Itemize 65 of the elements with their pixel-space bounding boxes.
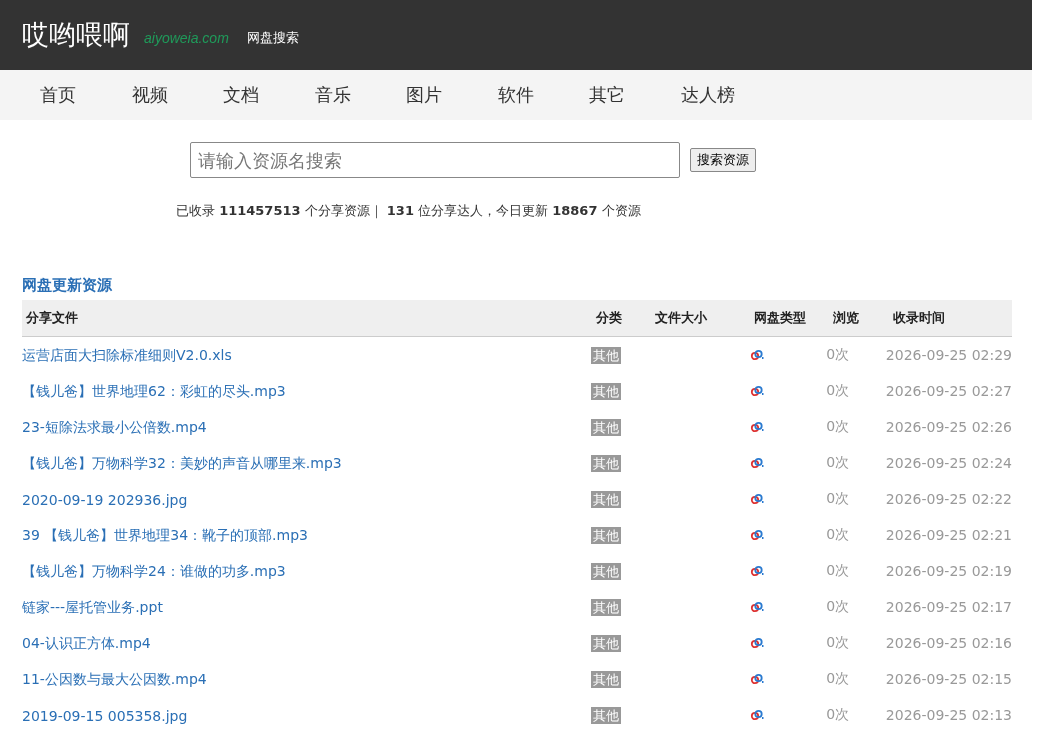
file-link[interactable]: 链家---屋托管业务.ppt (22, 599, 163, 615)
site-logo[interactable]: 哎哟喂啊 (22, 17, 130, 53)
column-header: 分享文件 (25, 309, 79, 327)
record-time: 2026-09-25 02:21 (885, 527, 1012, 543)
record-time: 2026-09-25 02:24 (885, 455, 1012, 471)
view-count: 0次 (826, 598, 851, 616)
nav-link[interactable]: 首页 (40, 83, 132, 107)
file-link[interactable]: 【钱儿爸】万物科学24：谁做的功多.mp3 (22, 563, 286, 579)
file-link[interactable]: 2020-09-19 202936.jpg (22, 491, 188, 508)
view-count: 0次 (826, 346, 851, 364)
record-time: 2026-09-25 02:17 (885, 599, 1012, 615)
column-header: 分类 (596, 309, 623, 327)
record-time: 2026-09-25 02:26 (885, 419, 1012, 435)
category-tag: 其他 (591, 671, 622, 688)
category-tag: 其他 (591, 599, 622, 616)
search-field[interactable]: 请输入资源名搜索 (190, 142, 680, 178)
record-time: 2026-09-25 02:16 (885, 635, 1012, 651)
file-link[interactable]: 2019-09-15 005358.jpg (22, 707, 188, 724)
category-tag: 其他 (591, 707, 622, 724)
record-time: 2026-09-25 02:19 (885, 563, 1012, 579)
category-tag: 其他 (591, 455, 622, 472)
column-header: 浏览 (833, 309, 860, 327)
category-tag: 其他 (591, 383, 622, 400)
search-button[interactable]: 搜索资源 (690, 148, 756, 172)
nav-link[interactable]: 视频 (131, 83, 223, 107)
nav-link[interactable]: 文档 (223, 83, 315, 107)
category-tag: 其他 (591, 347, 622, 364)
stats-text: 已收录 111457513 个分享资源｜ 131 位分享达人，今日更新 18867 个资源 (176, 203, 641, 218)
nav-link[interactable]: 达人榜 (680, 83, 772, 107)
record-time: 2026-09-25 02:27 (885, 383, 1012, 399)
file-link[interactable]: 11-公因数与最大公因数.mp4 (22, 671, 207, 687)
category-tag: 其他 (591, 563, 622, 580)
category-tag: 其他 (591, 635, 622, 652)
nav-link[interactable]: 软件 (497, 83, 589, 107)
view-count: 0次 (826, 490, 851, 508)
category-tag: 其他 (591, 491, 622, 508)
file-link[interactable]: 04-认识正方体.mp4 (22, 635, 151, 651)
record-time: 2026-09-25 02:15 (885, 671, 1012, 687)
column-header: 收录时间 (893, 309, 946, 327)
view-count: 0次 (826, 562, 851, 580)
site-subtitle: 网盘搜索 (246, 29, 299, 47)
record-time: 2026-09-25 02:13 (885, 707, 1012, 723)
column-header: 网盘类型 (754, 309, 807, 327)
nav-link[interactable]: 图片 (406, 83, 498, 107)
file-link[interactable]: 【钱儿爸】万物科学32：美妙的声音从哪里来.mp3 (22, 455, 342, 471)
nav-link[interactable]: 其它 (589, 83, 681, 107)
file-link[interactable]: 运营店面大扫除标准细则V2.0.xls (22, 347, 232, 363)
view-count: 0次 (826, 382, 851, 400)
record-time: 2026-09-25 02:22 (885, 491, 1012, 507)
column-header: 文件大小 (655, 309, 708, 327)
section-title: 网盘更新资源 (22, 276, 113, 295)
view-count: 0次 (826, 526, 851, 544)
file-link[interactable]: 39 【钱儿爸】世界地理34：靴子的顶部.mp3 (22, 527, 308, 543)
site-domain: aiyoweia.com (144, 30, 229, 46)
view-count: 0次 (826, 634, 851, 652)
view-count: 0次 (826, 418, 851, 436)
file-link[interactable]: 23-短除法求最小公倍数.mp4 (22, 419, 207, 435)
file-link[interactable]: 【钱儿爸】世界地理62：彩虹的尽头.mp3 (22, 383, 286, 399)
record-time: 2026-09-25 02:29 (885, 347, 1012, 363)
view-count: 0次 (826, 706, 851, 724)
category-tag: 其他 (591, 527, 622, 544)
category-tag: 其他 (591, 419, 622, 436)
view-count: 0次 (826, 454, 851, 472)
nav-link[interactable]: 音乐 (314, 83, 406, 107)
view-count: 0次 (826, 670, 851, 688)
